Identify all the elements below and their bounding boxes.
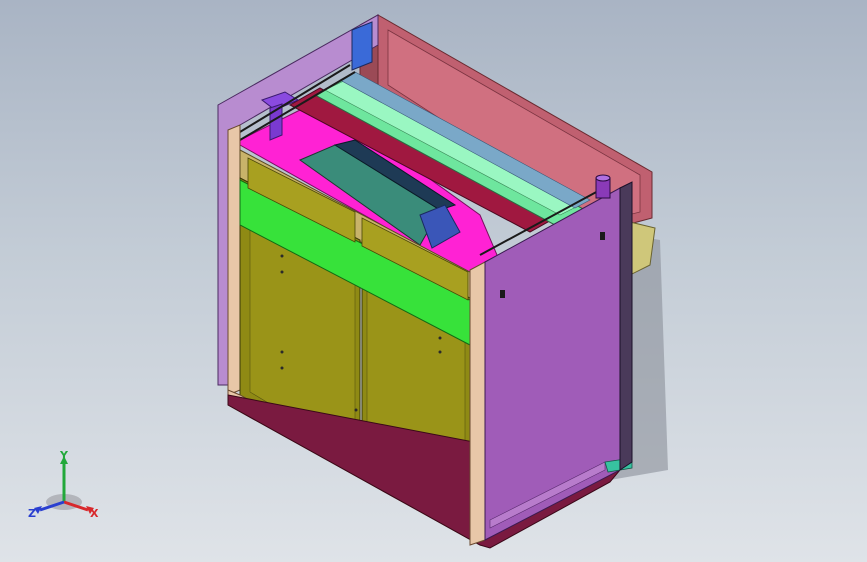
model-viewport[interactable]: Y X Z xyxy=(0,0,867,562)
y-axis-label: Y xyxy=(60,449,68,462)
axis-triad: Y X Z xyxy=(24,450,104,522)
latch-lower[interactable] xyxy=(500,290,505,298)
side-panel-edge xyxy=(619,181,633,471)
x-axis-label: X xyxy=(90,507,99,520)
z-axis-label: Z xyxy=(28,507,36,520)
latch-upper[interactable] xyxy=(600,232,605,240)
right-frame-post[interactable] xyxy=(469,261,486,546)
left-frame-post[interactable] xyxy=(227,124,241,396)
cad-model-drawing[interactable] xyxy=(0,0,867,562)
motor-mount[interactable] xyxy=(351,21,373,71)
roller-end-cap[interactable] xyxy=(595,174,611,199)
